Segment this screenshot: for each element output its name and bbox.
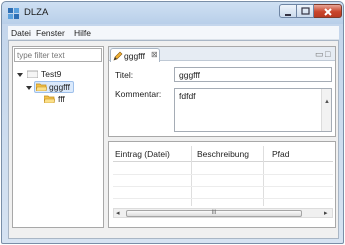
title-label: Titel: (115, 70, 134, 80)
table-row (113, 198, 333, 199)
title-field[interactable]: gggfff (174, 67, 332, 82)
navigation-panel: Test9 gggfff fff (12, 46, 104, 228)
column-header-pfad[interactable]: Pfad (272, 149, 290, 159)
scroll-thumb[interactable]: III (126, 210, 302, 217)
menu-datei[interactable]: Datei (11, 28, 31, 38)
maximize-view-icon[interactable]: □ (325, 49, 330, 59)
comment-field[interactable]: fdfdf ▲ (174, 88, 332, 132)
comment-label: Kommentar: (115, 89, 162, 99)
app-window: DLZA Datei Fenster Hilfe Test9 (1, 1, 344, 244)
workbench: Test9 gggfff fff (8, 40, 339, 239)
tree-item-test9[interactable]: Test9 (17, 69, 77, 81)
tab-label: gggfff (124, 51, 145, 61)
window-title: DLZA (24, 7, 49, 18)
column-divider (191, 146, 192, 206)
editor-tab-bar: gggfff ⊠ ▭ □ (109, 47, 335, 62)
tree-item-label: fff (58, 94, 65, 104)
column-header-beschreibung[interactable]: Beschreibung (197, 149, 249, 159)
menu-fenster[interactable]: Fenster (36, 28, 65, 38)
close-icon (314, 5, 341, 20)
app-icon (8, 8, 19, 19)
column-header-eintrag[interactable]: Eintrag (Datei) (115, 149, 170, 159)
folder-open-icon (44, 95, 55, 103)
pencil-icon (113, 51, 123, 61)
close-button[interactable] (314, 4, 342, 18)
entries-panel: Eintrag (Datei) Beschreibung Pfad ◂ III … (108, 141, 336, 228)
minimize-view-icon[interactable]: ▭ (315, 49, 324, 60)
column-divider (263, 146, 264, 206)
maximize-button[interactable] (297, 4, 314, 18)
tree-item-label: Test9 (41, 69, 62, 79)
scroll-up-icon[interactable]: ▲ (324, 99, 330, 105)
minimize-button[interactable] (279, 4, 297, 18)
filter-input[interactable] (14, 48, 102, 62)
folder-closed-icon (27, 70, 38, 78)
minimize-icon (280, 5, 296, 20)
table-row (113, 186, 333, 187)
scroll-right-icon[interactable]: ▸ (324, 209, 328, 217)
menu-hilfe[interactable]: Hilfe (74, 28, 91, 38)
table-header: Eintrag (Datei) Beschreibung Pfad (113, 146, 333, 162)
comment-value: fdfdf (179, 91, 196, 101)
title-value: gggfff (179, 70, 200, 80)
title-bar[interactable]: DLZA (2, 2, 343, 24)
tree-item-gggfff[interactable]: gggfff (26, 81, 76, 94)
expand-icon[interactable] (17, 73, 23, 77)
table-row (113, 174, 333, 175)
tree-item-fff[interactable]: fff (44, 94, 79, 106)
expand-icon[interactable] (26, 86, 32, 90)
horizontal-scrollbar[interactable]: ◂ III ▸ (113, 208, 333, 218)
menu-bar: Datei Fenster Hilfe (8, 26, 339, 40)
tree-item-label: gggfff (49, 82, 70, 92)
editor-panel: gggfff ⊠ ▭ □ Titel: gggfff Kommentar: fd… (108, 46, 336, 137)
scroll-left-icon[interactable]: ◂ (116, 209, 120, 217)
tab-gggfff[interactable]: gggfff ⊠ (110, 48, 160, 62)
folder-open-icon (36, 83, 47, 91)
close-tab-icon[interactable]: ⊠ (151, 50, 158, 59)
grip-icon: III (211, 210, 217, 216)
comment-scrollbar[interactable]: ▲ (321, 89, 331, 131)
maximize-icon (297, 5, 313, 19)
